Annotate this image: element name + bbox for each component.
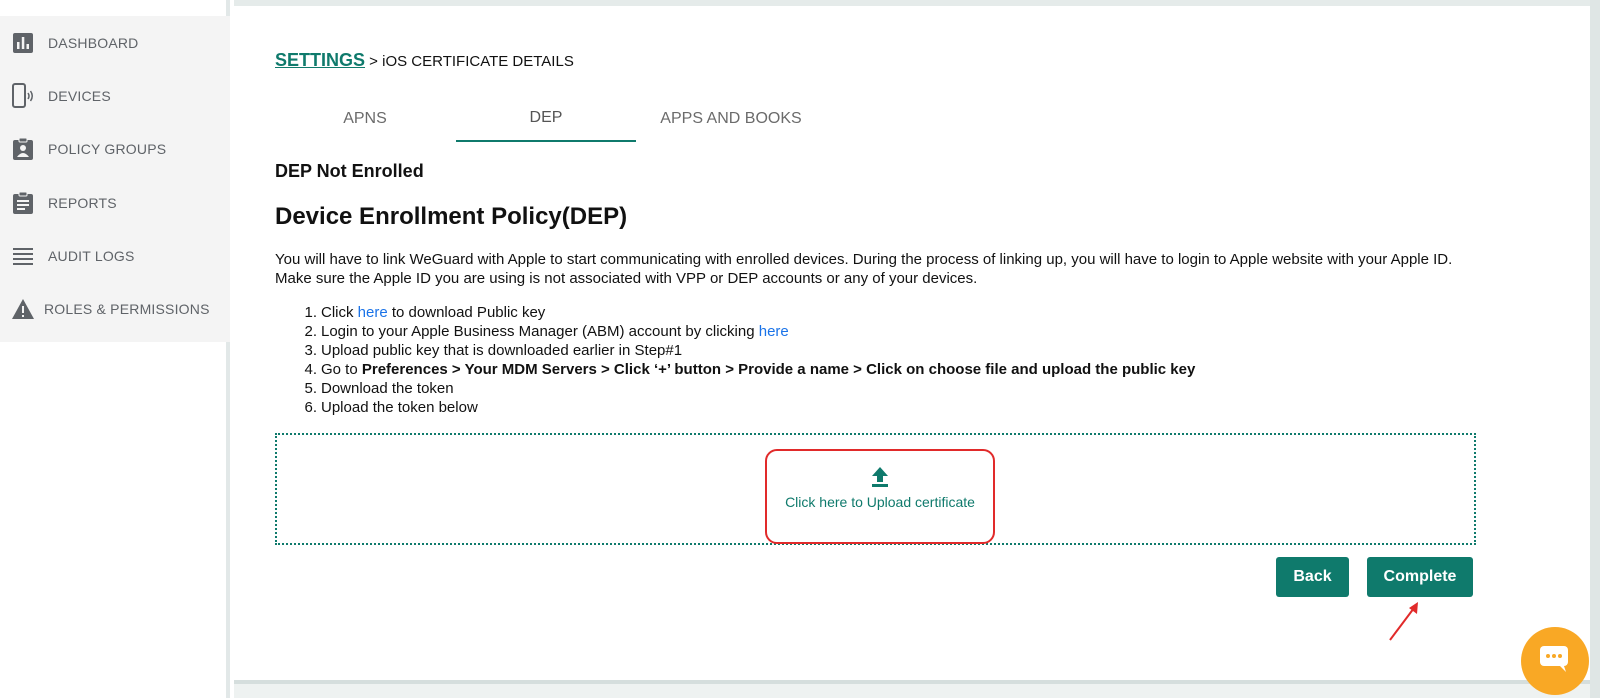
bar-chart-icon <box>11 31 35 55</box>
page-title: Device Enrollment Policy(DEP) <box>275 203 628 230</box>
intro-text: You will have to link WeGuard with Apple… <box>275 251 1453 287</box>
chat-icon <box>1538 644 1572 679</box>
back-button[interactable]: Back <box>1276 557 1349 597</box>
sidebar-item-devices[interactable]: DEVICES <box>0 69 230 123</box>
tab-apns[interactable]: APNS <box>275 96 455 142</box>
breadcrumb-separator: > <box>365 53 383 70</box>
list-item: 5. Download the token <box>304 380 454 397</box>
chat-button[interactable] <box>1521 627 1589 695</box>
sidebar-item-label: POLICY GROUPS <box>48 141 167 157</box>
tab-dep[interactable]: DEP <box>456 96 636 142</box>
sidebar-item-policy-groups[interactable]: POLICY GROUPS <box>0 122 230 176</box>
list-item: 4. Go to Preferences > Your MDM Servers … <box>304 361 1196 378</box>
breadcrumb-settings-link[interactable]: SETTINGS <box>275 50 365 70</box>
complete-button[interactable]: Complete <box>1367 557 1473 597</box>
breadcrumb: SETTINGS > iOS CERTIFICATE DETAILS <box>275 50 574 71</box>
phone-icon <box>11 83 35 108</box>
scrollbar-track[interactable] <box>1590 0 1600 698</box>
steps-list: 1. Click here to download Public key 2. … <box>275 303 1475 417</box>
breadcrumb-current: iOS CERTIFICATE DETAILS <box>382 53 574 70</box>
upload-certificate-button[interactable]: Click here to Upload certificate <box>767 466 993 526</box>
sidebar-item-roles-permissions[interactable]: ROLES & PERMISSIONS <box>0 282 230 336</box>
sidebar: DASHBOARD DEVICES POLICY GROUPS REPORTS <box>0 0 230 698</box>
footer <box>234 680 1590 698</box>
tab-apps-and-books[interactable]: APPS AND BOOKS <box>636 96 826 142</box>
sidebar-item-label: AUDIT LOGS <box>48 248 135 264</box>
download-public-key-link[interactable]: here <box>358 304 388 321</box>
sidebar-item-label: ROLES & PERMISSIONS <box>44 301 210 317</box>
sidebar-item-dashboard[interactable]: DASHBOARD <box>0 16 230 70</box>
lines-icon <box>11 244 35 268</box>
sidebar-item-audit-logs[interactable]: AUDIT LOGS <box>0 229 230 283</box>
apple-business-manager-link[interactable]: here <box>759 323 789 340</box>
sidebar-item-reports[interactable]: REPORTS <box>0 176 230 230</box>
list-item: 6. Upload the token below <box>304 399 478 416</box>
sidebar-item-label: REPORTS <box>48 195 117 211</box>
annotation-arrow-icon <box>1389 602 1418 641</box>
clipboard-user-icon <box>11 137 35 161</box>
warning-icon <box>11 297 35 321</box>
enrollment-status: DEP Not Enrolled <box>275 161 424 181</box>
list-item: 1. Click here to download Public key <box>304 304 546 321</box>
upload-icon <box>870 466 890 488</box>
list-item: 2. Login to your Apple Business Manager … <box>304 323 789 340</box>
upload-certificate-label: Click here to Upload certificate <box>785 494 975 510</box>
sidebar-item-label: DASHBOARD <box>48 35 139 51</box>
sidebar-item-label: DEVICES <box>48 88 111 104</box>
sidebar-menu: DASHBOARD DEVICES POLICY GROUPS REPORTS <box>0 16 230 342</box>
top-divider <box>234 0 1600 6</box>
list-item: 3. Upload public key that is downloaded … <box>304 342 683 359</box>
clipboard-list-icon <box>11 191 35 215</box>
